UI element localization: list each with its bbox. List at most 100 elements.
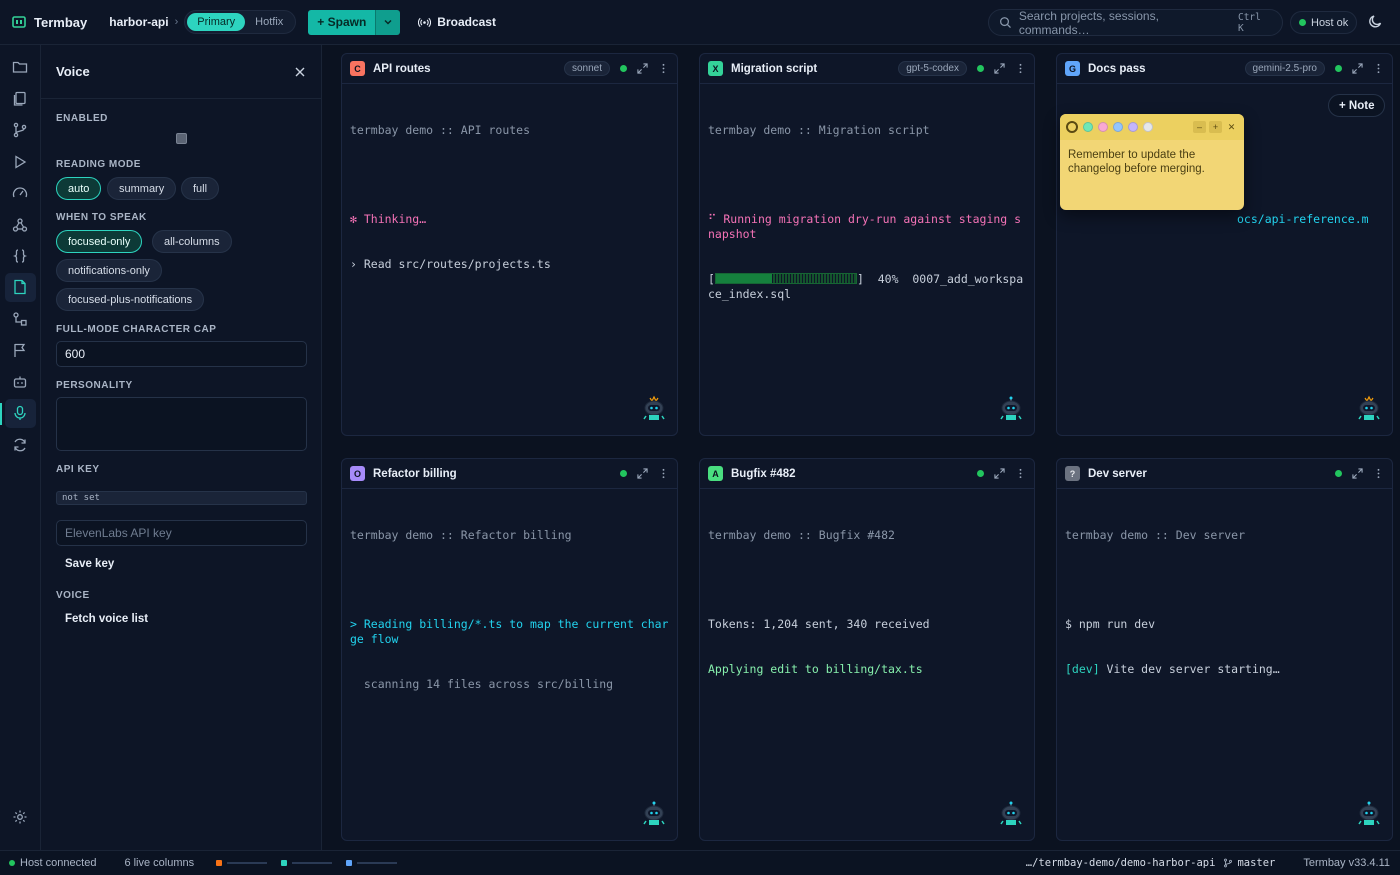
project-path[interactable]: …/termbay-demo/demo-harbor-api	[1026, 857, 1216, 869]
gauge-icon[interactable]	[12, 185, 29, 202]
host-status-label: Host ok	[1311, 16, 1349, 29]
enabled-checkbox[interactable]	[176, 133, 187, 144]
column-header: O Refactor billing	[342, 459, 677, 489]
files-icon[interactable]	[12, 91, 29, 108]
column-header: C API routes sonnet	[342, 54, 677, 84]
spawn-button[interactable]: + Spawn	[308, 9, 376, 35]
more-vertical-icon[interactable]	[1015, 63, 1026, 74]
project-name[interactable]: harbor-api	[109, 15, 168, 29]
when-to-speak-label: WHEN TO SPEAK	[56, 212, 147, 223]
note-close-icon[interactable]: ✕	[1225, 121, 1238, 133]
workspace-tab-primary[interactable]: Primary	[187, 13, 246, 31]
personality-label: PERSONALITY	[56, 380, 133, 391]
note-color-swatch[interactable]	[1143, 122, 1153, 132]
sticky-note[interactable]: – + ✕ Remember to update the changelog b…	[1060, 114, 1244, 210]
refresh-icon[interactable]	[12, 437, 29, 454]
column-api-routes[interactable]: C API routes sonnet termbay demo :: API …	[341, 53, 678, 436]
more-vertical-icon[interactable]	[1373, 63, 1384, 74]
terminal-line: $ npm run dev	[1065, 617, 1156, 631]
expand-icon[interactable]	[1352, 63, 1363, 74]
terminal-output[interactable]: termbay demo :: Refactor billing > Readi…	[342, 490, 677, 840]
note-color-swatch[interactable]	[1083, 122, 1093, 132]
expand-icon[interactable]	[637, 468, 648, 479]
save-key-button[interactable]: Save key	[65, 558, 114, 570]
column-title: Dev server	[1088, 467, 1147, 480]
when-focused-only[interactable]: focused-only	[56, 230, 143, 253]
braces-icon[interactable]	[12, 248, 29, 265]
diagram-icon[interactable]	[12, 311, 29, 328]
terminal-output[interactable]: termbay demo :: Bugfix #482 Tokens: 1,20…	[700, 490, 1034, 840]
live-columns-count: 6 live columns	[124, 857, 195, 869]
terminal-line: ✻ Thinking…	[350, 212, 427, 226]
column-refactor-billing[interactable]: O Refactor billing termbay demo :: Refac…	[341, 458, 678, 841]
note-minimize-icon[interactable]: –	[1193, 121, 1206, 133]
folder-icon[interactable]	[12, 59, 29, 76]
fetch-voice-list-button[interactable]: Fetch voice list	[65, 613, 148, 625]
add-note-button[interactable]: + Note	[1328, 94, 1386, 117]
flag-icon[interactable]	[12, 342, 29, 359]
when-focused-plus-notifications[interactable]: focused-plus-notifications	[56, 288, 205, 311]
host-status-badge[interactable]: Host ok	[1290, 11, 1358, 34]
spawn-dropdown-button[interactable]	[375, 9, 401, 35]
robot-mascot-icon	[1358, 801, 1380, 825]
host-connected-status[interactable]: Host connected	[9, 857, 96, 869]
terminal-output[interactable]: termbay demo :: Dev server $ npm run dev…	[1057, 490, 1392, 840]
expand-icon[interactable]	[637, 63, 648, 74]
expand-icon[interactable]	[994, 468, 1005, 479]
when-all-columns[interactable]: all-columns	[152, 230, 232, 253]
reading-mode-auto[interactable]: auto	[56, 177, 102, 200]
expand-icon[interactable]	[1352, 468, 1363, 479]
webhook-icon[interactable]	[12, 217, 29, 234]
sticky-note-text[interactable]: Remember to update the changelog before …	[1060, 140, 1244, 184]
more-vertical-icon[interactable]	[1015, 468, 1026, 479]
note-color-swatch[interactable]	[1113, 122, 1123, 132]
column-activity-indicator	[281, 860, 333, 866]
robot-mascot-icon	[1000, 801, 1022, 825]
column-bugfix-482[interactable]: A Bugfix #482 termbay demo :: Bugfix #48…	[699, 458, 1035, 841]
column-dev-server[interactable]: ? Dev server termbay demo :: Dev server …	[1056, 458, 1393, 841]
reading-mode-full[interactable]: full	[181, 177, 220, 200]
when-notifications-only[interactable]: notifications-only	[56, 259, 162, 282]
expand-icon[interactable]	[994, 63, 1005, 74]
reading-mode-summary[interactable]: summary	[107, 177, 177, 200]
microphone-icon[interactable]	[12, 405, 29, 422]
terminal-output[interactable]: termbay demo :: API routes ✻ Thinking… ›…	[342, 85, 677, 435]
search-input[interactable]: Search projects, sessions, commands… Ctr…	[988, 9, 1283, 37]
git-branch[interactable]: master	[1223, 857, 1275, 869]
gear-icon[interactable]	[12, 809, 29, 826]
status-dot	[620, 470, 627, 477]
git-branch-icon[interactable]	[12, 122, 29, 139]
robot-mascot-icon	[1000, 396, 1022, 420]
api-key-input[interactable]: ElevenLabs API key	[56, 520, 307, 546]
theme-toggle-moon-icon[interactable]	[1368, 13, 1386, 31]
personality-textarea[interactable]	[56, 397, 307, 451]
note-color-swatch[interactable]	[1128, 122, 1138, 132]
agent-badge: X	[708, 61, 723, 76]
host-connected-label: Host connected	[20, 857, 97, 869]
column-title: Docs pass	[1088, 62, 1146, 75]
termbay-logo-icon	[12, 15, 26, 29]
dev-text: Vite dev server starting…	[1099, 662, 1280, 676]
character-cap-input[interactable]: 600	[56, 341, 307, 367]
more-vertical-icon[interactable]	[1373, 468, 1384, 479]
note-color-swatch[interactable]	[1066, 121, 1078, 133]
chevron-right-icon: ›	[174, 16, 179, 28]
brand[interactable]: Termbay	[12, 15, 87, 30]
note-pin-icon[interactable]: +	[1209, 121, 1222, 133]
icon-rail	[0, 45, 41, 850]
column-header: ? Dev server	[1057, 459, 1392, 489]
terminal-output[interactable]: termbay demo :: Migration script ⠋ Runni…	[700, 85, 1034, 435]
robot-icon[interactable]	[12, 374, 29, 391]
note-color-swatch[interactable]	[1098, 122, 1108, 132]
column-migration-script[interactable]: X Migration script gpt-5-codex termbay d…	[699, 53, 1035, 436]
progress-line: [] 40% 0007_add_workspace_index.sql	[708, 272, 1024, 301]
play-icon[interactable]	[12, 154, 29, 171]
notes-icon[interactable]	[12, 279, 29, 296]
broadcast-button[interactable]: Broadcast	[418, 15, 496, 29]
more-vertical-icon[interactable]	[658, 63, 669, 74]
workspace-tab-hotfix[interactable]: Hotfix	[245, 13, 293, 31]
chevron-down-icon	[384, 19, 392, 25]
close-icon[interactable]	[294, 66, 306, 78]
dev-tag: [dev]	[1065, 662, 1100, 676]
more-vertical-icon[interactable]	[658, 468, 669, 479]
